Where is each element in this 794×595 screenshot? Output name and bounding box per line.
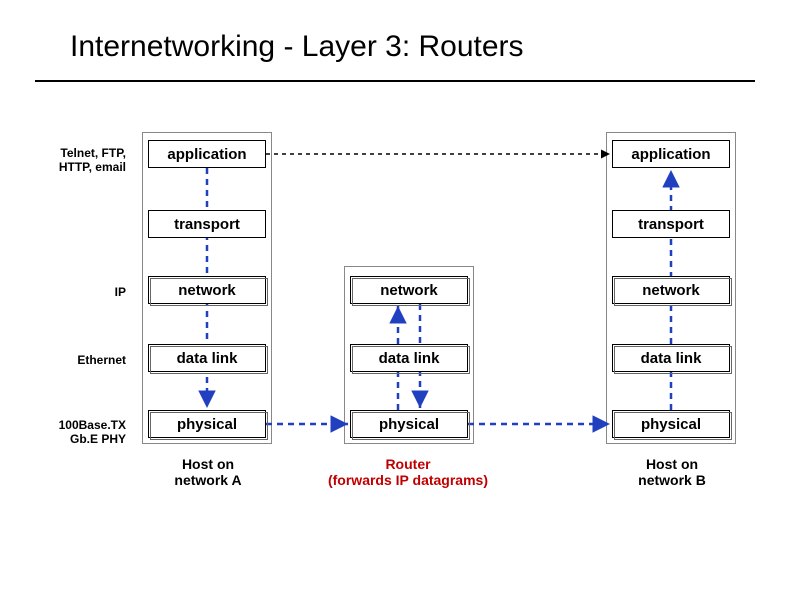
hosta-application-layer: application bbox=[148, 140, 266, 168]
router-network-layer: network bbox=[350, 276, 468, 304]
hosta-transport-layer: transport bbox=[148, 210, 266, 238]
hostb-datalink-layer: data link bbox=[612, 344, 730, 372]
label-protocols: Telnet, FTP, HTTP, email bbox=[36, 146, 126, 174]
caption-router: Router (forwards IP datagrams) bbox=[298, 456, 518, 488]
hostb-application-layer: application bbox=[612, 140, 730, 168]
hostb-network-layer: network bbox=[612, 276, 730, 304]
label-phy: 100Base.TX Gb.E PHY bbox=[36, 418, 126, 446]
hostb-physical-layer: physical bbox=[612, 410, 730, 438]
caption-host-a: Host on network A bbox=[148, 456, 268, 488]
router-datalink-layer: data link bbox=[350, 344, 468, 372]
caption-host-b: Host on network B bbox=[612, 456, 732, 488]
page-title: Internetworking - Layer 3: Routers bbox=[70, 30, 524, 64]
label-ethernet: Ethernet bbox=[36, 353, 126, 367]
title-underline bbox=[35, 80, 755, 82]
hosta-datalink-layer: data link bbox=[148, 344, 266, 372]
hosta-physical-layer: physical bbox=[148, 410, 266, 438]
hosta-network-layer: network bbox=[148, 276, 266, 304]
label-ip: IP bbox=[36, 285, 126, 299]
router-physical-layer: physical bbox=[350, 410, 468, 438]
hostb-transport-layer: transport bbox=[612, 210, 730, 238]
